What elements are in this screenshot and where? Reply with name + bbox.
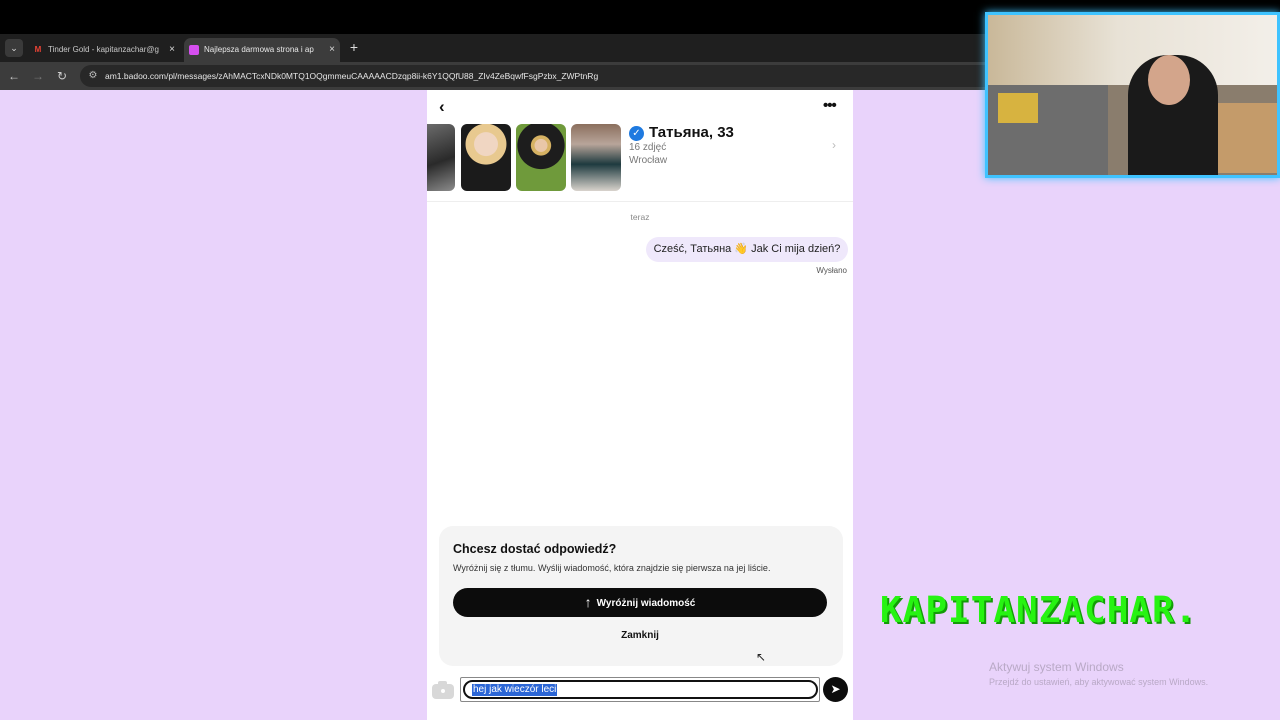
profile-city: Wrocław bbox=[629, 155, 668, 166]
message-input-field[interactable]: hej jak wieczór leci bbox=[463, 680, 818, 699]
new-tab-icon[interactable]: + bbox=[346, 38, 362, 56]
windows-activation-subtitle: Przejdź do ustawień, aby aktywować syste… bbox=[989, 677, 1209, 687]
arrow-up-icon: ↑ bbox=[584, 594, 592, 610]
windows-activation-title: Aktywuj system Windows bbox=[989, 660, 1124, 674]
promo-description: Wyróżnij się z tłumu. Wyślij wiadomość, … bbox=[453, 563, 771, 573]
gmail-icon: M bbox=[34, 45, 42, 54]
chat-panel: ‹ ••• ✓ Татьяна, 33 16 zdjęć Wrocław › t… bbox=[427, 90, 853, 720]
channel-watermark: KAPITANZACHAR. bbox=[880, 590, 1198, 631]
promo-title: Chcesz dostać odpowiedź? bbox=[453, 542, 617, 556]
tab-title: Najlepsza darmowa strona i ap bbox=[204, 45, 314, 54]
message-timestamp: teraz bbox=[630, 212, 650, 222]
reload-icon[interactable]: ↻ bbox=[53, 67, 71, 85]
profile-photo-count: 16 zdjęć bbox=[629, 142, 667, 153]
site-info-icon[interactable]: ⚙ bbox=[86, 69, 100, 83]
sent-message-bubble[interactable]: Cześć, Татьяна 👋 Jak Ci mija dzień? bbox=[646, 237, 848, 262]
address-url: am1.badoo.com/pl/messages/zAhMACTcxNDk0M… bbox=[105, 71, 599, 81]
tab-badoo[interactable]: Najlepsza darmowa strona i ap × bbox=[184, 38, 340, 62]
close-promo-button[interactable]: Zamknij bbox=[453, 627, 827, 645]
header-divider bbox=[427, 201, 853, 202]
tab-search-menu-icon[interactable]: ⌄ bbox=[5, 39, 23, 57]
highlight-message-label: Wyróżnij wiadomość bbox=[596, 598, 696, 609]
back-chevron-icon[interactable]: ‹ bbox=[439, 98, 453, 116]
message-status: Wysłano bbox=[816, 266, 847, 275]
message-input[interactable]: hej jak wieczór leci bbox=[460, 677, 820, 702]
chevron-right-icon[interactable]: › bbox=[832, 138, 836, 152]
tab-close-icon[interactable]: × bbox=[329, 38, 335, 62]
send-icon[interactable]: ➤ bbox=[823, 677, 848, 702]
profile-photo-thumbnail[interactable] bbox=[427, 124, 455, 191]
profile-name[interactable]: Татьяна, 33 bbox=[649, 124, 734, 141]
highlight-message-button[interactable]: ↑ Wyróżnij wiadomość bbox=[453, 588, 827, 617]
tab-title: Tinder Gold - kapitanzachar@g bbox=[48, 45, 159, 54]
camera-icon[interactable] bbox=[432, 680, 454, 700]
profile-photo-thumbnail[interactable] bbox=[461, 124, 511, 191]
badoo-icon bbox=[189, 45, 199, 55]
profile-photo-thumbnail[interactable] bbox=[571, 124, 621, 191]
webcam-overlay bbox=[985, 12, 1280, 178]
verified-badge-icon: ✓ bbox=[629, 126, 644, 141]
tab-tinder-gold[interactable]: M Tinder Gold - kapitanzachar@g × bbox=[28, 38, 180, 62]
forward-arrow-icon[interactable]: → bbox=[29, 67, 47, 85]
back-arrow-icon[interactable]: ← bbox=[5, 67, 23, 85]
mouse-cursor-icon: ↖ bbox=[756, 650, 767, 664]
promo-card: Chcesz dostać odpowiedź? Wyróżnij się z … bbox=[439, 526, 843, 666]
message-input-selected-text: hej jak wieczór leci bbox=[472, 684, 558, 696]
more-options-icon[interactable]: ••• bbox=[823, 98, 843, 116]
tab-close-icon[interactable]: × bbox=[169, 38, 175, 62]
profile-photo-thumbnail[interactable] bbox=[516, 124, 566, 191]
